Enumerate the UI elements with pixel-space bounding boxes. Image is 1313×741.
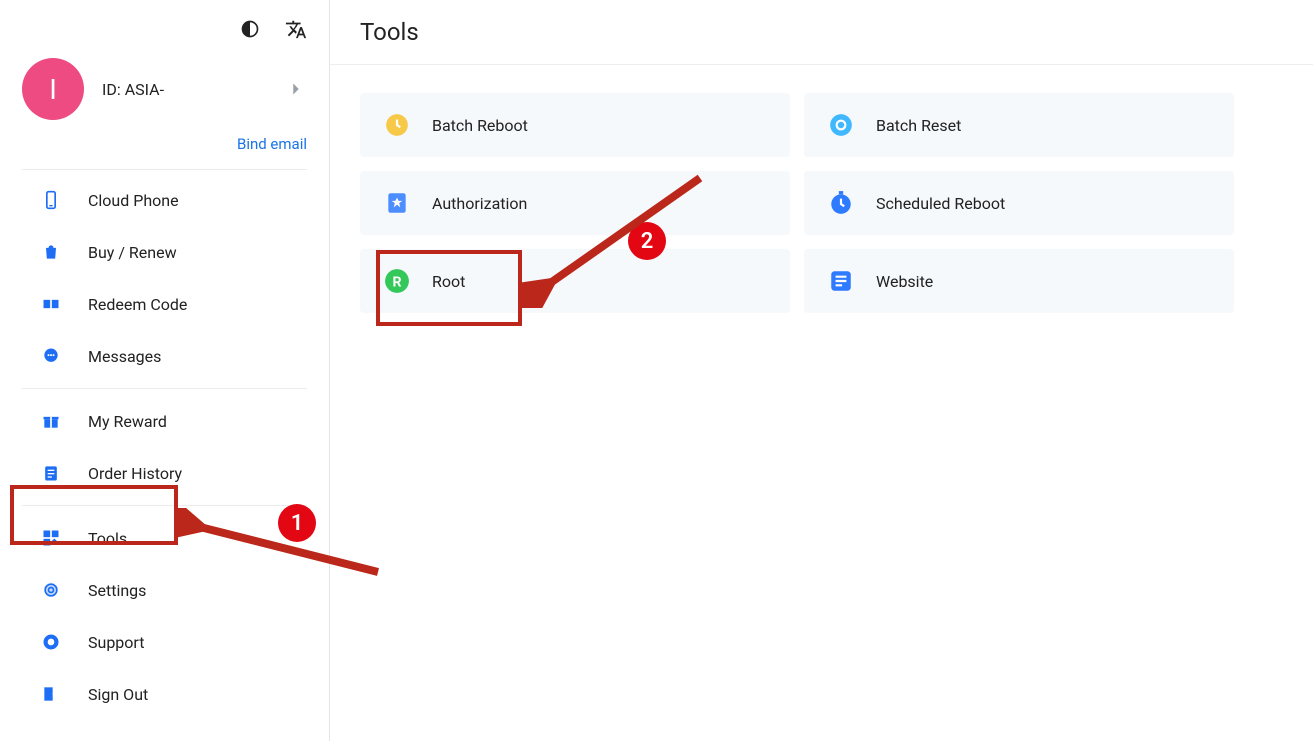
tool-website[interactable]: Website: [804, 249, 1234, 313]
sidebar-item-my-reward[interactable]: My Reward: [0, 395, 329, 447]
avatar: I: [22, 58, 84, 120]
avatar-letter: I: [49, 73, 57, 106]
tools-grid: Batch Reboot Batch Reset Authorization S…: [330, 65, 1313, 341]
tool-authorization[interactable]: Authorization: [360, 171, 790, 235]
tool-scheduled-reboot[interactable]: Scheduled Reboot: [804, 171, 1234, 235]
tool-root[interactable]: R Root: [360, 249, 790, 313]
sidebar-item-buy-renew[interactable]: Buy / Renew: [0, 226, 329, 278]
phone-icon: [40, 189, 62, 211]
web-icon: [828, 268, 854, 294]
nav-label: Sign Out: [88, 685, 148, 704]
bind-email-link[interactable]: Bind email: [237, 135, 307, 153]
gear-icon: [40, 579, 62, 601]
sidebar-item-cloud-phone[interactable]: Cloud Phone: [0, 174, 329, 226]
theme-toggle-icon[interactable]: [239, 18, 261, 40]
tool-label: Batch Reset: [876, 116, 961, 135]
sidebar: I ID: ASIA- Bind email Cloud Phone Buy /…: [0, 0, 330, 741]
nav-label: Cloud Phone: [88, 191, 179, 210]
stopwatch-icon: [828, 190, 854, 216]
nav-label: Buy / Renew: [88, 243, 177, 262]
tool-label: Root: [432, 272, 465, 291]
chevron-right-icon: [285, 78, 307, 100]
nav-section-2: My Reward Order History: [0, 391, 329, 503]
sidebar-item-tools[interactable]: Tools: [0, 512, 329, 564]
tool-label: Scheduled Reboot: [876, 194, 1005, 213]
sidebar-item-messages[interactable]: Messages: [0, 330, 329, 382]
reset-icon: [828, 112, 854, 138]
nav-label: Tools: [88, 529, 127, 548]
language-icon[interactable]: [285, 18, 307, 40]
nav-label: Order History: [88, 464, 182, 483]
tool-label: Website: [876, 272, 933, 291]
ticket-icon: [40, 293, 62, 315]
profile-id: ID: ASIA-: [102, 80, 267, 99]
bag-icon: [40, 241, 62, 263]
nav-label: Settings: [88, 581, 146, 600]
nav-section-3: Tools Settings Support Sign Out: [0, 508, 329, 724]
nav-section-1: Cloud Phone Buy / Renew Redeem Code Mess…: [0, 170, 329, 386]
sidebar-item-redeem-code[interactable]: Redeem Code: [0, 278, 329, 330]
tool-batch-reboot[interactable]: Batch Reboot: [360, 93, 790, 157]
page-title: Tools: [330, 0, 1313, 65]
root-icon: R: [384, 268, 410, 294]
sidebar-item-sign-out[interactable]: Sign Out: [0, 668, 329, 720]
divider: [22, 505, 307, 506]
support-icon: [40, 631, 62, 653]
nav-label: My Reward: [88, 412, 167, 431]
svg-text:R: R: [392, 274, 401, 290]
nav-label: Support: [88, 633, 144, 652]
sidebar-item-support[interactable]: Support: [0, 616, 329, 668]
grid-icon: [40, 527, 62, 549]
clipboard-icon: [40, 462, 62, 484]
sidebar-item-order-history[interactable]: Order History: [0, 447, 329, 499]
tool-label: Authorization: [432, 194, 527, 213]
nav-label: Messages: [88, 347, 161, 366]
chat-icon: [40, 345, 62, 367]
nav-label: Redeem Code: [88, 295, 187, 314]
clock-icon: [384, 112, 410, 138]
sidebar-item-settings[interactable]: Settings: [0, 564, 329, 616]
main: Tools Batch Reboot Batch Reset Authoriza…: [330, 0, 1313, 741]
badge-icon: [384, 190, 410, 216]
signout-icon: [40, 683, 62, 705]
divider: [22, 388, 307, 389]
profile-row[interactable]: I ID: ASIA-: [22, 52, 307, 126]
tool-label: Batch Reboot: [432, 116, 528, 135]
tool-batch-reset[interactable]: Batch Reset: [804, 93, 1234, 157]
gift-icon: [40, 410, 62, 432]
